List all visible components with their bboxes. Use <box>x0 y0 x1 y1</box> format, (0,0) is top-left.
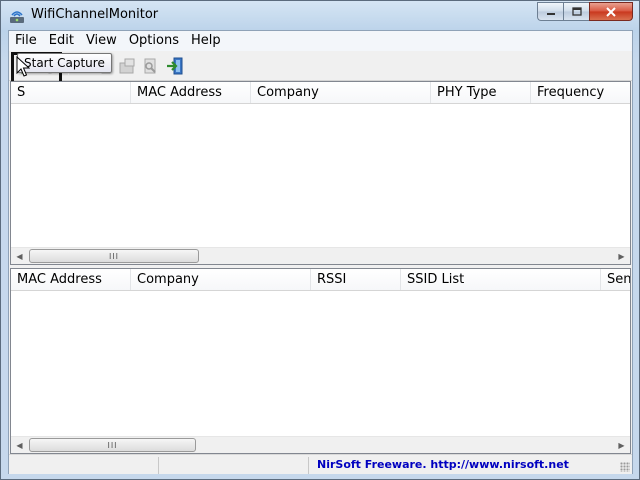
close-icon <box>606 6 616 17</box>
scroll-thumb[interactable]: III <box>29 249 199 263</box>
properties-icon <box>119 58 135 74</box>
minimize-button[interactable] <box>537 2 563 21</box>
nirsoft-link[interactable]: NirSoft Freeware. http://www.nirsoft.net <box>317 458 569 471</box>
menu-file[interactable]: File <box>9 31 43 51</box>
scroll-thumb[interactable]: III <box>29 438 196 452</box>
status-cell-1 <box>9 457 159 474</box>
minimize-icon <box>546 12 555 15</box>
exit-button[interactable] <box>164 55 186 77</box>
menu-bar: File Edit View Options Help <box>9 31 632 51</box>
column-header-company[interactable]: Company <box>251 82 431 103</box>
mouse-cursor-icon <box>16 56 30 77</box>
column-header-s[interactable]: S <box>11 82 131 103</box>
properties-button[interactable] <box>116 55 138 77</box>
caption-buttons <box>537 2 633 22</box>
client-area: File Edit View Options Help S MAC Addres… <box>8 30 633 474</box>
maximize-icon <box>571 7 582 16</box>
app-window: WifiChannelMonitor File Edit View Option… <box>0 0 640 480</box>
status-bar: NirSoft Freeware. http://www.nirsoft.net <box>9 454 632 474</box>
start-capture-tooltip: Start Capture <box>17 53 112 73</box>
status-cell-2 <box>159 457 309 474</box>
horizontal-scrollbar-top[interactable]: ◀ III ▶ <box>11 247 630 264</box>
window-title: WifiChannelMonitor <box>31 7 159 22</box>
access-points-header: S MAC Address Company PHY Type Frequency <box>11 82 630 104</box>
exit-icon <box>167 57 183 75</box>
horizontal-scrollbar-bottom[interactable]: ◀ III ▶ <box>11 436 630 453</box>
menu-edit[interactable]: Edit <box>43 31 80 51</box>
scroll-left-arrow[interactable]: ◀ <box>11 248 28 264</box>
resize-grip[interactable] <box>620 462 630 472</box>
column-header-mac-address[interactable]: MAC Address <box>131 82 251 103</box>
column-header-ssid-list[interactable]: SSID List <box>401 269 601 290</box>
wifi-app-icon <box>9 8 25 24</box>
scroll-right-arrow[interactable]: ▶ <box>613 437 630 453</box>
column-header-rssi[interactable]: RSSI <box>311 269 401 290</box>
menu-help[interactable]: Help <box>185 31 227 51</box>
column-header-sent[interactable]: Sent <box>601 269 630 290</box>
access-points-list[interactable]: S MAC Address Company PHY Type Frequency… <box>10 81 631 265</box>
maximize-button[interactable] <box>563 2 589 21</box>
column-header-phy-type[interactable]: PHY Type <box>431 82 531 103</box>
close-button[interactable] <box>589 2 633 21</box>
html-report-icon <box>144 58 156 74</box>
column-header-frequency[interactable]: Frequency <box>531 82 630 103</box>
scroll-left-arrow[interactable]: ◀ <box>11 437 28 453</box>
scroll-right-arrow[interactable]: ▶ <box>613 248 630 264</box>
menu-options[interactable]: Options <box>123 31 185 51</box>
title-bar[interactable]: WifiChannelMonitor <box>1 1 639 31</box>
stations-header: MAC Address Company RSSI SSID List Sent <box>11 269 630 291</box>
menu-view[interactable]: View <box>80 31 123 51</box>
html-report-button[interactable] <box>139 55 161 77</box>
column-header-company[interactable]: Company <box>131 269 311 290</box>
stations-list[interactable]: MAC Address Company RSSI SSID List Sent … <box>10 268 631 454</box>
column-header-mac-address[interactable]: MAC Address <box>11 269 131 290</box>
